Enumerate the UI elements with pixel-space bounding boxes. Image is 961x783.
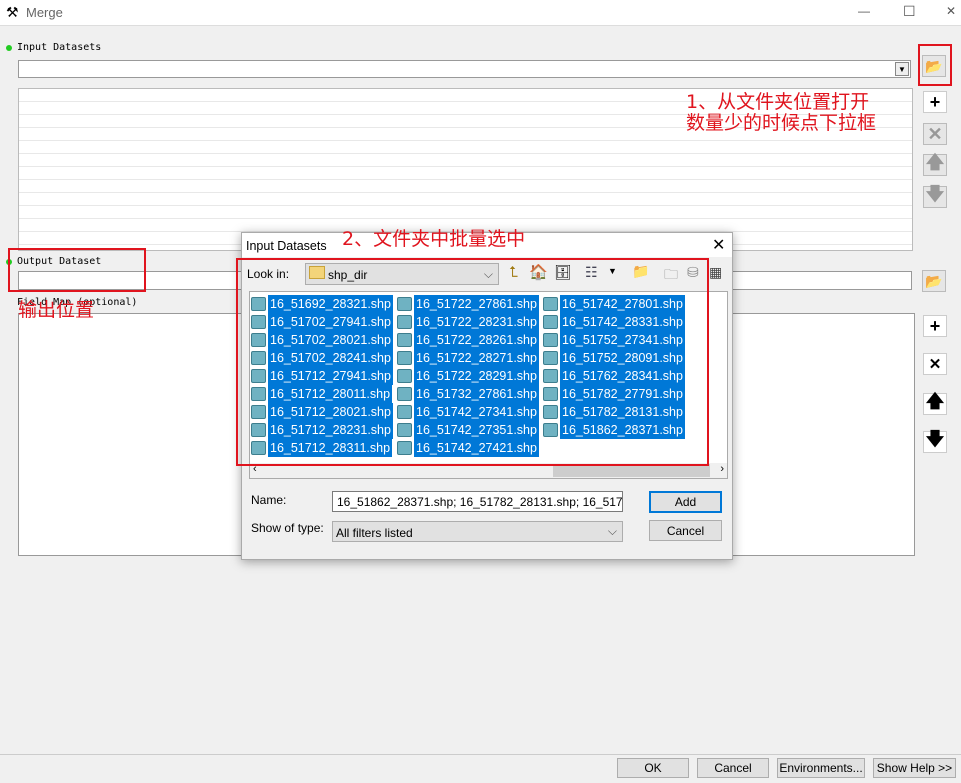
arrow-up-icon: 🡅 [925,152,945,172]
dialog-cancel-button[interactable]: Cancel [649,520,722,541]
close-button[interactable]: ✕ [946,4,956,18]
plus-icon: + [929,91,941,112]
file-type-value: All filters listed [336,526,413,540]
window-title: Merge [26,5,63,20]
input-datasets-combo[interactable]: ▼ [18,60,911,78]
name-input[interactable]: 16_51862_28371.shp; 16_51782_28131.shp; … [332,491,623,512]
annotation-text: 输出位置 [18,299,95,321]
move-up-button[interactable]: 🡅 [923,152,947,176]
title-bar: ⚒ Merge — ☐ ✕ [0,0,961,26]
add-button[interactable]: Add [649,491,722,513]
environments-button[interactable]: Environments... [777,758,865,778]
ok-button[interactable]: OK [617,758,689,778]
maximize-button[interactable]: ☐ [903,3,916,20]
arrow-down-icon: 🡇 [925,184,945,204]
arrow-up-icon: 🡅 [925,391,945,411]
field-down-button[interactable]: 🡇 [923,429,947,453]
x-icon: ✕ [927,123,943,144]
dialog-title: Input Datasets [246,239,327,253]
input-datasets-label: Input Datasets [17,42,102,53]
toolbox-icon[interactable]: ▦ [709,264,722,281]
dialog-close-button[interactable]: ✕ [712,235,725,255]
divider [0,754,961,755]
add-row-button[interactable]: + [923,91,947,113]
required-indicator [6,45,12,51]
cancel-button[interactable]: Cancel [697,758,769,778]
move-down-button[interactable]: 🡇 [923,184,947,208]
chevron-down-icon: ⌵ [607,524,617,538]
scroll-right-icon[interactable]: › [720,463,724,475]
show-help-button[interactable]: Show Help >> [873,758,956,778]
field-up-button[interactable]: 🡅 [923,391,947,415]
annotation-text: 数量少的时候点下拉框 [686,112,877,134]
annotation-box [236,258,709,466]
dropdown-arrow-icon[interactable]: ▼ [895,62,909,76]
plus-icon: + [929,315,941,336]
remove-button[interactable]: ✕ [923,123,947,145]
annotation-text: 2、文件夹中批量选中 [342,228,526,250]
annotation-box [918,44,952,86]
add-field-button[interactable]: + [923,315,947,337]
browse-output-button[interactable]: 📂 [922,270,946,292]
delete-field-button[interactable]: ✕ [923,353,947,375]
show-of-type-label: Show of type: [251,521,324,535]
x-icon: ✕ [928,356,942,373]
minimize-button[interactable]: — [858,4,870,18]
name-label: Name: [251,493,287,507]
file-type-select[interactable]: All filters listed ⌵ [332,521,623,542]
arrow-down-icon: 🡇 [925,429,945,449]
open-folder-icon: 📂 [925,272,943,289]
hammer-icon: ⚒ [6,4,19,20]
annotation-box [8,248,146,292]
